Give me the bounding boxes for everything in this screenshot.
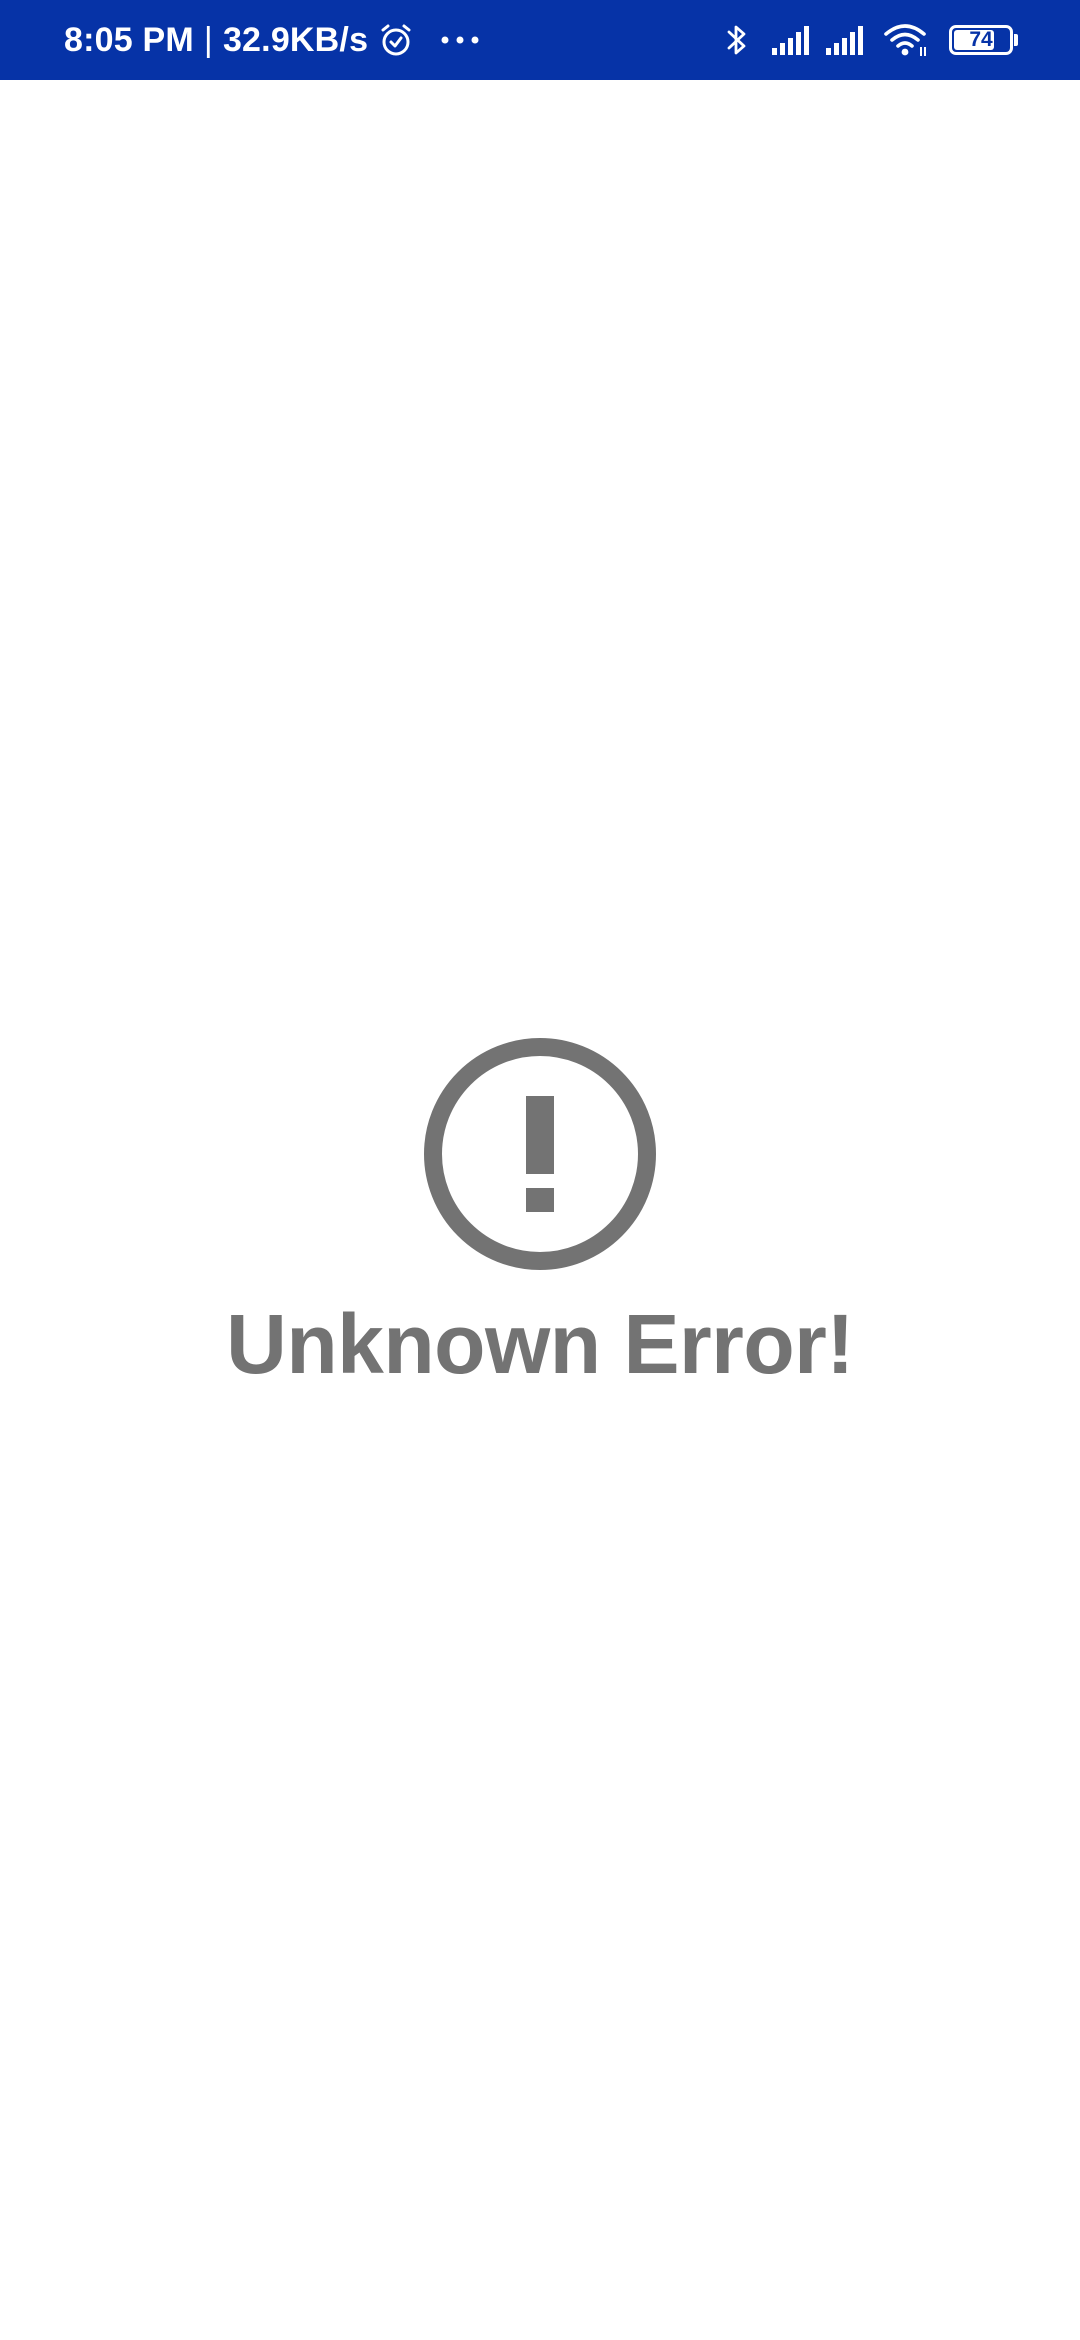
signal-icon xyxy=(771,24,811,56)
status-bar-left: 8:05 PM | 32.9KB/s xyxy=(64,0,480,80)
bluetooth-icon xyxy=(725,22,749,58)
wifi-icon xyxy=(883,23,927,57)
app-screen: 8:05 PM | 32.9KB/s 74 Unknown Error! xyxy=(0,0,1080,2340)
error-message: Unknown Error! xyxy=(226,1297,854,1391)
more-dots-icon xyxy=(440,22,480,58)
alarm-icon xyxy=(378,22,414,58)
battery-level: 74 xyxy=(969,28,993,51)
status-bar: 8:05 PM | 32.9KB/s 74 xyxy=(0,0,1080,80)
battery-nub xyxy=(1014,34,1018,46)
error-state: Unknown Error! xyxy=(0,1036,1080,1386)
status-time: 8:05 PM xyxy=(64,20,194,59)
signal-icon xyxy=(825,24,865,56)
status-bar-right: 74 xyxy=(711,0,1018,80)
network-speed: 32.9KB/s xyxy=(222,20,369,59)
battery-icon: 74 xyxy=(949,25,1013,55)
exclamation-circle-icon xyxy=(424,1038,656,1270)
status-separator: | xyxy=(203,20,213,59)
